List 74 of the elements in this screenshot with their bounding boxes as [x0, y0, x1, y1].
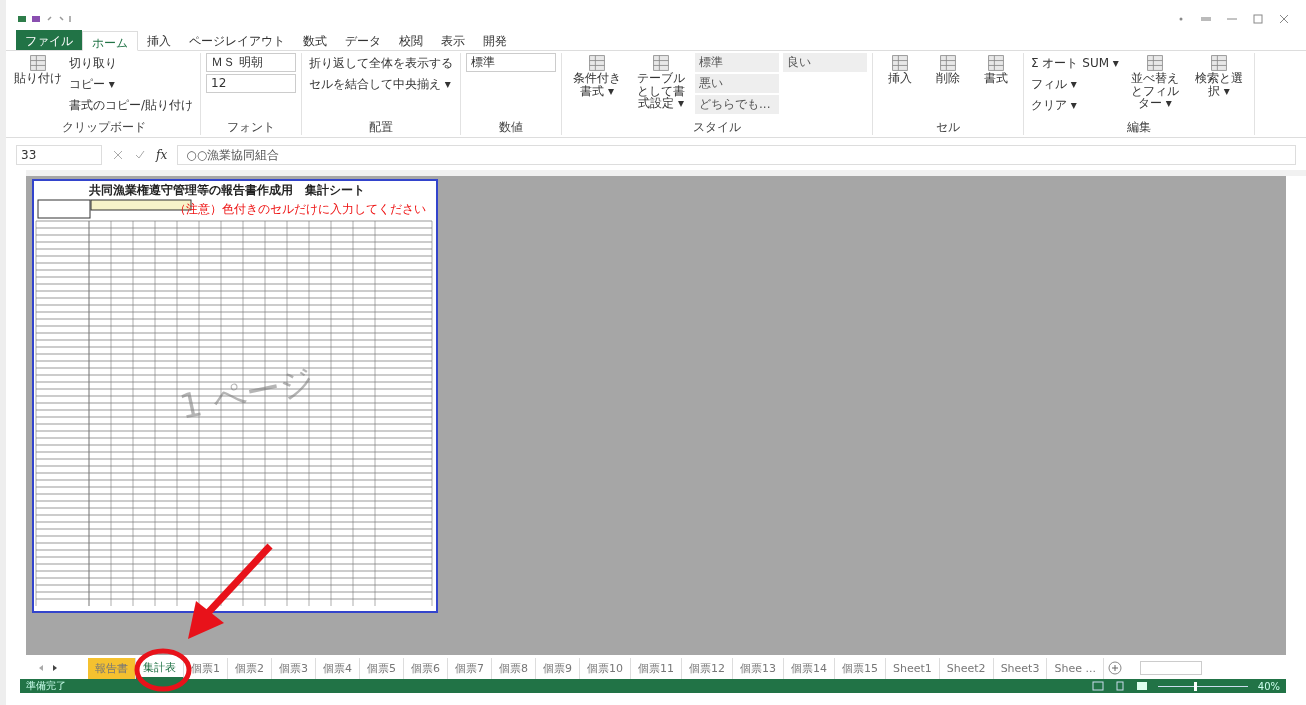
ribbon-tab[interactable]: ページレイアウト — [180, 30, 294, 50]
dropdown-field[interactable]: 12 — [206, 74, 297, 93]
button-label: 条件付き書式 ▾ — [572, 72, 623, 98]
formula-field[interactable]: ○○漁業協同組合 — [177, 145, 1296, 165]
ribbon-tab[interactable]: 数式 — [294, 30, 336, 50]
grid-icon — [939, 54, 958, 72]
ribbon-button[interactable]: クリア ▾ — [1029, 95, 1121, 116]
group-label: 配置 — [368, 119, 395, 135]
ribbon-tab[interactable]: 挿入 — [138, 30, 180, 50]
group-label: フォント — [226, 119, 277, 135]
name-box[interactable]: 33 — [16, 145, 102, 165]
button-label: 削除 — [936, 72, 961, 85]
sheet-title: 共同漁業権遵守管理等の報告書作成用 集計シート — [89, 182, 365, 199]
ribbon-tab[interactable]: 表示 — [432, 30, 474, 50]
ribbon-button[interactable]: セルを結合して中央揃え ▾ — [307, 74, 456, 95]
maximize-icon[interactable] — [1252, 14, 1264, 24]
horizontal-scrollbar[interactable] — [1139, 661, 1202, 675]
grid-icon — [588, 54, 607, 72]
dropdown-field[interactable]: 標準 — [466, 53, 557, 72]
note-text: （注意）色付きのセルだけに入力してください — [174, 201, 426, 218]
ribbon-button[interactable]: 貼り付け — [13, 53, 63, 116]
check-icon[interactable] — [134, 149, 146, 161]
button-label: テーブルとして書式設定 ▾ — [636, 72, 687, 110]
function-icon[interactable]: fx — [156, 148, 168, 162]
ribbon-tab[interactable]: ホーム — [82, 31, 138, 51]
dropdown-field[interactable]: ＭＳ 明朝 — [206, 53, 297, 72]
ribbon-tab[interactable]: データ — [336, 30, 390, 50]
ribbon-button[interactable]: 書式のコピー/貼り付け — [67, 95, 196, 116]
page-break-preview-icon[interactable] — [1135, 681, 1148, 691]
button-label: 並べ替えとフィルター ▾ — [1129, 72, 1180, 110]
page-layout-icon[interactable] — [1113, 681, 1126, 691]
cell-style-item[interactable]: 悪い — [695, 74, 780, 93]
ribbon-button[interactable]: 検索と選択 ▾ — [1188, 53, 1249, 116]
page-number-watermark: 1 ページ — [175, 358, 319, 429]
button-label: 検索と選択 ▾ — [1193, 72, 1244, 98]
grid-icon — [987, 54, 1006, 72]
group-label: セル — [935, 119, 962, 135]
grid-icon — [1209, 54, 1228, 72]
cancel-icon[interactable] — [112, 149, 124, 161]
close-icon[interactable] — [1278, 14, 1290, 24]
ribbon-button[interactable]: 挿入 — [878, 53, 923, 116]
button-label: 書式 — [984, 72, 1009, 85]
cell-style-item[interactable]: 標準 — [695, 53, 780, 72]
cell-style-item[interactable]: どちらでも... — [695, 95, 780, 114]
ribbon-button[interactable]: フィル ▾ — [1029, 74, 1121, 95]
button-label: 挿入 — [888, 72, 913, 85]
ribbon-button[interactable]: 切り取り — [67, 53, 196, 74]
group-label: クリップボード — [61, 119, 147, 135]
add-sheet-icon[interactable] — [1107, 661, 1122, 675]
group-label: 数値 — [498, 119, 525, 135]
file-tab[interactable]: ファイル — [16, 30, 82, 50]
group-label: 編集 — [1125, 119, 1152, 135]
group-label: スタイル — [692, 119, 743, 135]
ribbon-button[interactable]: 折り返して全体を表示する — [307, 53, 456, 74]
ribbon-button[interactable]: テーブルとして書式設定 ▾ — [631, 53, 692, 116]
normal-view-icon[interactable] — [1091, 681, 1104, 691]
button-label: 貼り付け — [14, 72, 62, 85]
ribbon-button[interactable]: 削除 — [926, 53, 971, 116]
grid-icon — [652, 54, 671, 72]
grid-icon — [29, 54, 47, 72]
ribbon-tab[interactable]: 開発 — [474, 30, 516, 50]
ribbon-button[interactable]: 書式 — [974, 53, 1019, 116]
ribbon-button[interactable]: Σ オート SUM ▾ — [1029, 53, 1121, 74]
zoom-slider-thumb[interactable] — [1193, 681, 1197, 691]
highlight-circle — [134, 648, 192, 692]
ribbon-button[interactable]: コピー ▾ — [67, 74, 196, 95]
ribbon-button[interactable]: 並べ替えとフィルター ▾ — [1124, 53, 1185, 116]
grid-icon — [1145, 54, 1164, 72]
status-text: 準備完了 — [26, 679, 66, 693]
cell-style-item[interactable]: 良い — [783, 53, 868, 72]
ribbon-tab[interactable]: 校閲 — [390, 30, 432, 50]
grid-icon — [891, 54, 910, 72]
ribbon-button[interactable]: 条件付き書式 ▾ — [567, 53, 628, 116]
zoom-level: 40% — [1257, 680, 1280, 692]
